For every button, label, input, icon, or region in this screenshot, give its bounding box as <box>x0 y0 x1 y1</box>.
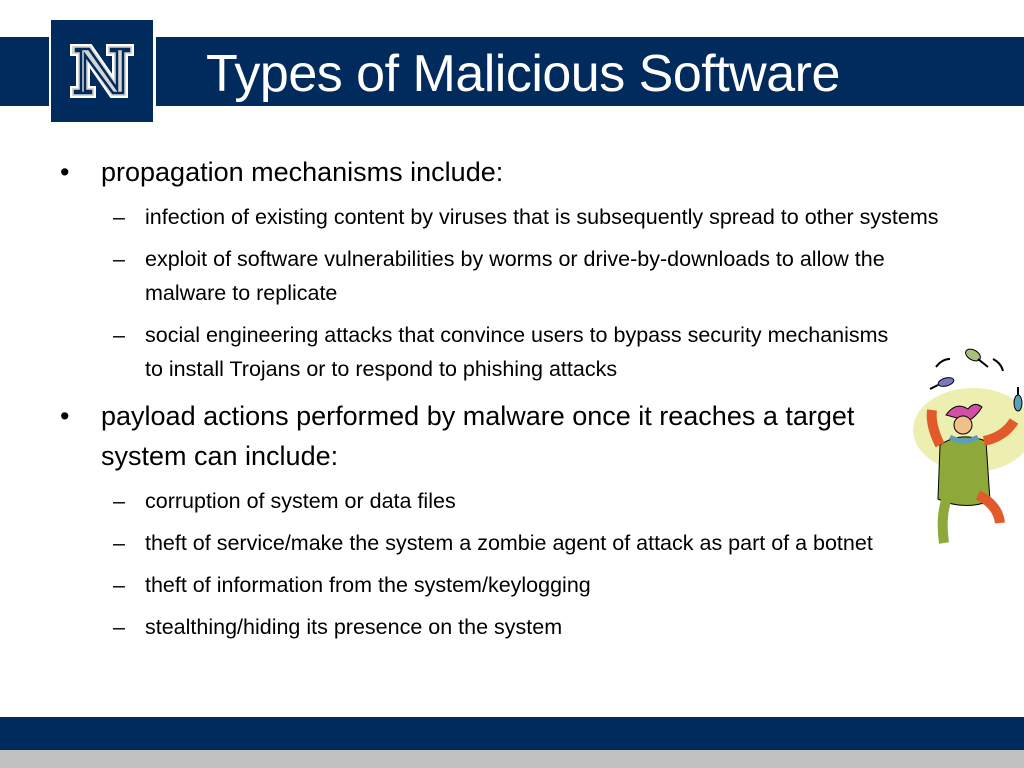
sub-bullet: – stealthing/hiding its presence on the … <box>60 610 965 644</box>
sub-bullet-text: stealthing/hiding its presence on the sy… <box>145 615 563 639</box>
university-logo <box>51 20 153 122</box>
sub-bullet: – social engineering attacks that convin… <box>60 318 890 386</box>
sub-bullet-text: theft of service/make the system a zombi… <box>145 531 873 555</box>
sub-bullet-text: infection of existing content by viruses… <box>145 205 939 229</box>
sub-bullet: – infection of existing content by virus… <box>60 200 965 234</box>
dash-icon: – <box>113 531 125 555</box>
arc-stroke <box>992 358 1004 372</box>
logo-gap <box>153 37 156 106</box>
footer-bar <box>0 717 1024 750</box>
bullet-propagation: • propagation mechanisms include: <box>60 152 960 192</box>
bullet-text: propagation mechanisms include: <box>101 157 504 187</box>
block-n-logo-icon <box>70 44 134 98</box>
dash-icon: – <box>113 489 125 513</box>
sub-bullet-text: social engineering attacks that convince… <box>145 323 889 381</box>
sub-bullet: – theft of information from the system/k… <box>60 568 965 602</box>
slide-body: • propagation mechanisms include: – infe… <box>60 150 960 644</box>
bullet-icon: • <box>60 157 70 187</box>
dash-icon: – <box>113 615 125 639</box>
sub-bullet: – theft of service/make the system a zom… <box>60 526 965 560</box>
jester-leg <box>937 493 953 544</box>
juggling-pin-icon <box>1013 387 1023 412</box>
juggling-pin-icon <box>965 348 989 368</box>
sub-bullet: – corruption of system or data files <box>60 484 965 518</box>
sub-bullet: – exploit of software vulnerabilities by… <box>60 242 965 310</box>
bullet-icon: • <box>60 401 70 431</box>
sub-bullet-text: exploit of software vulnerabilities by w… <box>145 247 885 305</box>
bullet-payload: • payload actions performed by malware o… <box>60 396 871 476</box>
slide-title: Types of Malicious Software <box>206 45 840 103</box>
bullet-text: payload actions performed by malware onc… <box>101 401 855 471</box>
juggling-pin-icon <box>929 377 955 390</box>
jester-head <box>953 415 973 435</box>
sub-bullet-text: theft of information from the system/key… <box>145 573 591 597</box>
footer-strip <box>0 750 1024 768</box>
arc-stroke <box>935 358 951 368</box>
jester-leg <box>975 490 1005 524</box>
dash-icon: – <box>113 247 125 271</box>
sub-bullet-text: corruption of system or data files <box>145 489 456 513</box>
dash-icon: – <box>113 573 125 597</box>
dash-icon: – <box>113 205 125 229</box>
dash-icon: – <box>113 323 125 347</box>
juggling-jester-clipart <box>913 348 1024 544</box>
